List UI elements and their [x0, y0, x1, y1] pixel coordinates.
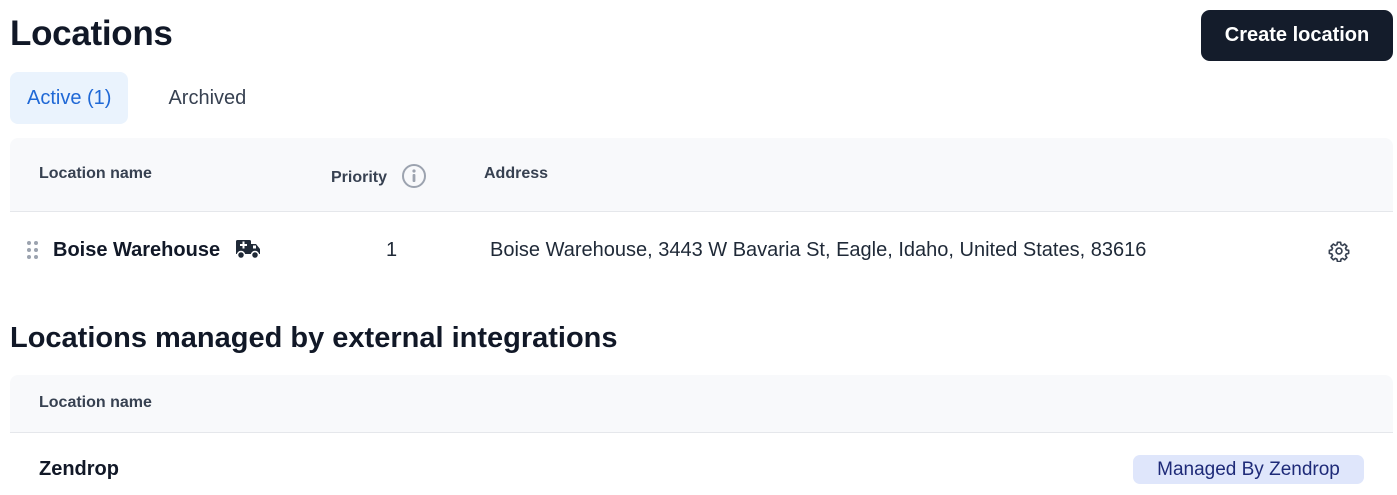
locations-page: Locations Create location Active (1) Arc… [0, 0, 1397, 495]
location-name[interactable]: Boise Warehouse [53, 239, 220, 262]
tab-active[interactable]: Active (1) [10, 72, 129, 124]
drag-handle-icon[interactable] [27, 241, 39, 259]
page-title: Locations [10, 14, 173, 53]
column-header-location-name: Location name [39, 165, 152, 182]
location-tabs: Active (1) Archived [10, 72, 263, 124]
external-location-name: Zendrop [39, 458, 119, 480]
column-header-location-name: Location name [39, 394, 152, 411]
create-location-button[interactable]: Create location [1201, 10, 1393, 61]
gear-icon[interactable] [1328, 240, 1350, 263]
truck-icon [235, 238, 262, 260]
column-header-priority: Priority [331, 169, 388, 186]
tab-archived[interactable]: Archived [151, 72, 263, 124]
external-section-title: Locations managed by external integratio… [10, 322, 618, 354]
info-icon[interactable] [401, 163, 427, 189]
external-table-header: Location name [10, 375, 1393, 433]
table-row[interactable]: Boise Warehouse 1 Boise Warehouse, 3443 … [10, 212, 1393, 288]
locations-table-header: Location name Priority Address [10, 138, 1393, 212]
managed-by-badge: Managed By Zendrop [1133, 455, 1364, 484]
location-priority: 1 [386, 239, 398, 261]
column-header-address: Address [484, 165, 549, 182]
location-address: Boise Warehouse, 3443 W Bavaria St, Eagl… [490, 239, 1147, 261]
